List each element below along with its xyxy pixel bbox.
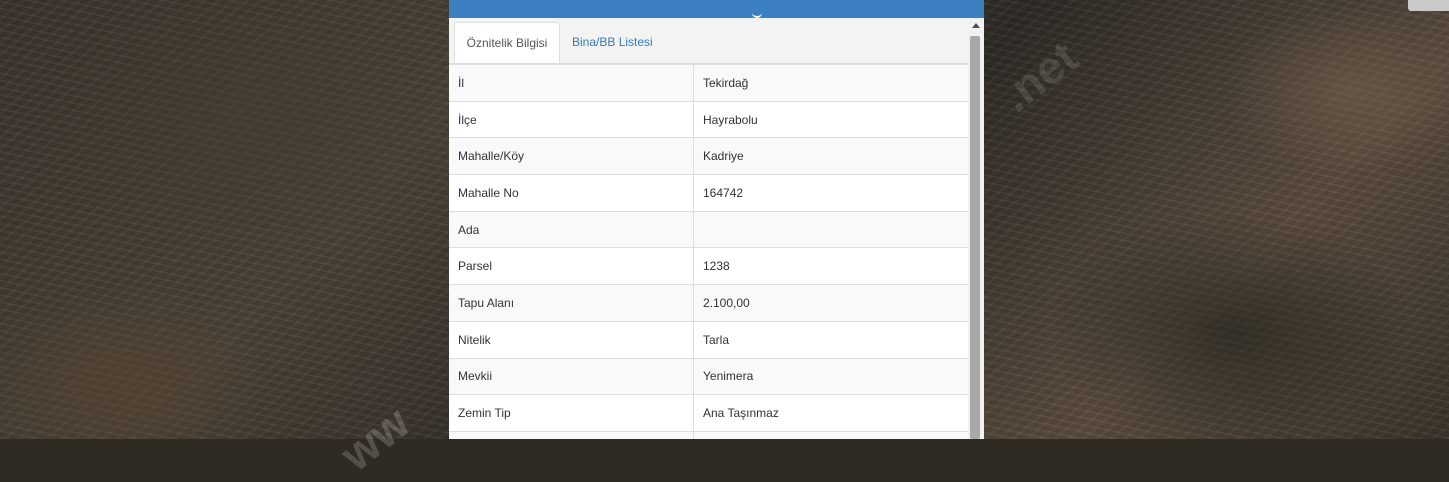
- attribute-value: 164742: [693, 174, 968, 212]
- panel-header: [449, 0, 984, 18]
- attribute-key: Tapu Alanı: [449, 284, 694, 322]
- attribute-value: [693, 430, 968, 439]
- attribute-value: [693, 210, 968, 248]
- table-row: [449, 430, 968, 439]
- attribute-table: İl Tekirdağ İlçe Hayrabolu Mahalle/Köy Kadriy…: [449, 64, 968, 439]
- map-control-button[interactable]: [1408, 0, 1449, 11]
- parcel-info-panel: Öznitelik Bilgisi Bina/BB Listesi İl Teki…: [449, 0, 984, 439]
- attribute-key: İlçe: [449, 100, 694, 138]
- table-row: Tapu Alanı 2.100,00: [449, 284, 968, 322]
- table-row: Ada: [449, 210, 968, 248]
- tab-bar: Öznitelik Bilgisi Bina/BB Listesi: [449, 18, 968, 64]
- attribute-value: 1238: [693, 247, 968, 285]
- attribute-key: İl: [449, 64, 694, 102]
- scroll-up-arrow-icon[interactable]: [972, 23, 980, 28]
- attribute-value: Tekirdağ: [693, 64, 968, 102]
- vertical-scrollbar[interactable]: [968, 18, 984, 439]
- table-row: Zemin Tip Ana Taşınmaz: [449, 394, 968, 432]
- table-row: Nitelik Tarla: [449, 320, 968, 358]
- attribute-key: Ada: [449, 210, 694, 248]
- table-row: Mevkii Yenimera: [449, 357, 968, 395]
- attribute-value: Yenimera: [693, 357, 968, 395]
- attribute-value: Hayrabolu: [693, 100, 968, 138]
- attribute-key: Mahalle/Köy: [449, 137, 694, 175]
- attribute-value: 2.100,00: [693, 284, 968, 322]
- attribute-key: Parsel: [449, 247, 694, 285]
- attribute-value: Ana Taşınmaz: [693, 394, 968, 432]
- attribute-key: Mevkii: [449, 357, 694, 395]
- attribute-value: Tarla: [693, 320, 968, 358]
- attribute-key: Zemin Tip: [449, 394, 694, 432]
- attribute-key: [449, 430, 694, 439]
- attribute-value: Kadriye: [693, 137, 968, 175]
- table-row: Mahalle No 164742: [449, 174, 968, 212]
- tab-building-list[interactable]: Bina/BB Listesi: [564, 22, 661, 63]
- table-row: Mahalle/Köy Kadriye: [449, 137, 968, 175]
- attribute-key: Mahalle No: [449, 174, 694, 212]
- table-row: İl Tekirdağ: [449, 64, 968, 102]
- table-row: Parsel 1238: [449, 247, 968, 285]
- scrollbar-thumb[interactable]: [970, 36, 980, 439]
- table-row: İlçe Hayrabolu: [449, 100, 968, 138]
- attribute-key: Nitelik: [449, 320, 694, 358]
- tab-attribute-info[interactable]: Öznitelik Bilgisi: [454, 22, 560, 63]
